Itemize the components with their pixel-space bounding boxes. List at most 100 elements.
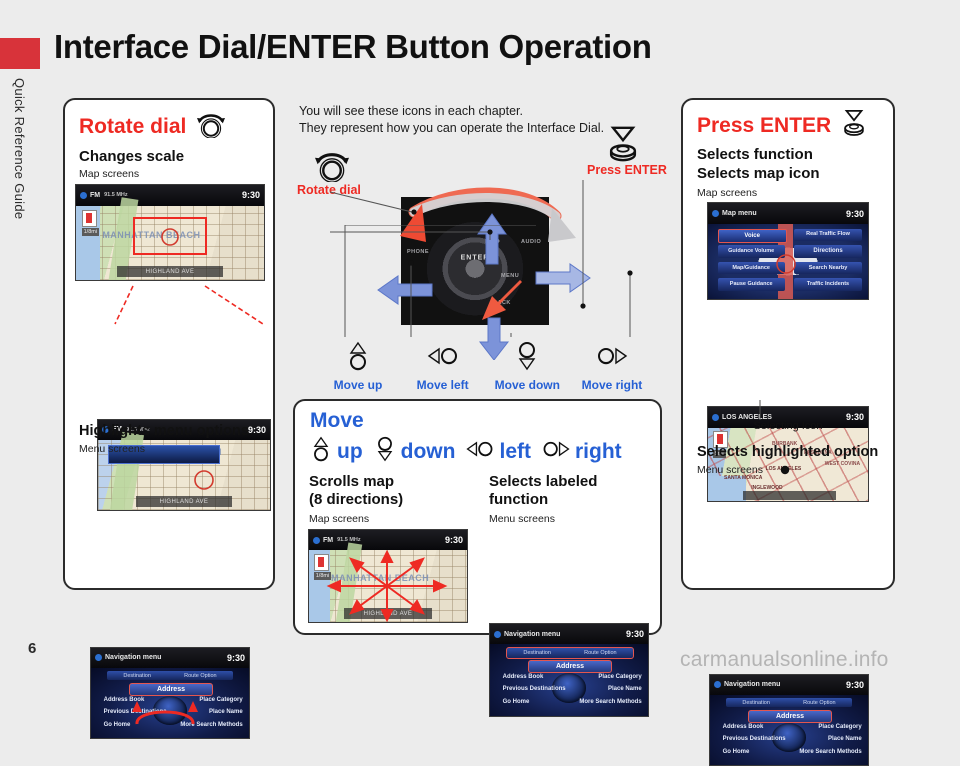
- rotate-dial-icon: [195, 110, 227, 144]
- rotate-section2-context: Menu screens: [79, 443, 145, 455]
- menu-tabs-highlighted: Destination Route Option: [505, 647, 635, 660]
- rotate-section1-heading: Changes scale: [79, 148, 185, 165]
- source-icon: [714, 681, 721, 689]
- tab-route-option: Route Option: [803, 699, 836, 706]
- source-icon: [494, 630, 501, 638]
- move-right-context: Menu screens: [489, 513, 555, 525]
- button-back-label: BACK: [493, 300, 511, 306]
- screen-clock: 9:30: [625, 629, 644, 640]
- menu-item-place-category: Place Category: [818, 723, 862, 730]
- nav-menu-title: Navigation menu: [105, 654, 162, 662]
- rotate-section1-context: Map screens: [79, 168, 140, 180]
- screen-map-manhattan: FM 91.5 MHz 9:30 MANHATTAN BEACH 1/8mi H…: [75, 184, 265, 281]
- panel-move-legend: up down left right: [308, 435, 622, 468]
- screen-map-body: MANHATTAN BEACH 1/8mi HIGHLAND AVE: [309, 542, 467, 622]
- direction-label-right: Move right: [581, 378, 643, 392]
- menu-item-address: Address: [527, 660, 613, 673]
- enter-section2-context: Menu screens: [697, 464, 763, 476]
- dial-left-icon: [464, 435, 496, 468]
- dial-left-icon: [425, 341, 461, 376]
- screen-status-bar: Navigation menu 9:30: [91, 648, 249, 668]
- dial-right-icon: [540, 435, 572, 468]
- button-audio-label: AUDIO: [521, 239, 542, 245]
- dial-right-icon: [594, 341, 630, 376]
- interface-dial-photo: PHONE INFO AUDIO MENU BACK ENTER: [401, 197, 549, 325]
- menu-item-place-name: Place Name: [607, 685, 642, 692]
- menu-item-more-search-methods: More Search Methods: [799, 748, 862, 755]
- radio-band: FM: [90, 191, 101, 199]
- menu-item-more-search-methods: More Search Methods: [579, 699, 642, 706]
- screen-status-bar: Navigation menu 9:30: [490, 624, 648, 645]
- nav-menu-title: Navigation menu: [724, 681, 781, 689]
- press-enter-icon: [840, 108, 868, 144]
- screen-status-bar: Map menu 9:30: [708, 203, 868, 225]
- enter-section1-heading-2: Selects map icon: [697, 165, 820, 182]
- move-left-heading-2: (8 directions): [309, 491, 404, 508]
- menu-item-go-home: Go Home: [722, 748, 750, 755]
- manual-page: Quick Reference Guide Interface Dial/ENT…: [0, 0, 960, 766]
- button-info-label: INFO: [485, 239, 501, 245]
- legend-label-right: right: [574, 439, 622, 463]
- screen-navigation-menu-highlight: Navigation menu 9:30 Destination Route O…: [90, 647, 250, 739]
- rotate-arrows-overlay: [132, 700, 198, 725]
- site-watermark: carmanualsonline.info: [680, 648, 889, 671]
- menu-tabs: Destination Route Option: [725, 697, 853, 708]
- screen-clock: 9:30: [247, 424, 266, 435]
- rotate-dial-icon: [311, 148, 353, 187]
- screen-menu-body: Destination Route Option Address Address…: [490, 644, 648, 716]
- zoom-callout-lines: [114, 285, 264, 325]
- tab-destination: Destination: [523, 650, 551, 657]
- enter-button-label: ENTER: [460, 254, 490, 262]
- section-side-label: Quick Reference Guide: [12, 78, 27, 220]
- move-left-heading-1: Scrolls map: [309, 473, 395, 490]
- move-right-heading-2: function: [489, 491, 549, 508]
- direction-icon-row: Move up Move left Move down Move right: [320, 341, 650, 392]
- menu-item-previous-destinations: Previous Destinations: [502, 685, 566, 692]
- screen-menu-body: Destination Route Option Address Address…: [91, 667, 249, 738]
- menu-item-place-name: Place Name: [827, 735, 862, 742]
- intro-line-1: You will see these icons in each chapter…: [299, 104, 523, 118]
- screen-clock: 9:30: [845, 208, 864, 219]
- enter-section2-heading: Selects highlighted option: [697, 444, 879, 460]
- direction-move-up: Move up: [320, 341, 396, 392]
- panel-move: Move up down left right Scrolls map (8 d…: [293, 399, 662, 717]
- legend-label-up: up: [337, 439, 363, 463]
- panel-enter-title: Press ENTER: [697, 114, 832, 137]
- button-menu-label: MENU: [501, 273, 520, 279]
- screen-clock: 9:30: [444, 535, 463, 546]
- tab-destination: Destination: [742, 699, 770, 706]
- button-phone-label: PHONE: [407, 249, 430, 255]
- source-icon: [313, 536, 320, 544]
- eight-direction-arrows: [326, 550, 448, 622]
- panel-press-enter: Press ENTER Selects function Selects map…: [681, 98, 895, 766]
- menu-item-address-book: Address Book: [502, 673, 544, 680]
- panel-move-title: Move: [310, 409, 364, 432]
- intro-text: You will see these icons in each chapter…: [299, 103, 604, 137]
- nav-menu-title: Navigation menu: [504, 630, 561, 638]
- map-menu-cursor: [776, 254, 796, 274]
- direction-label-left: Move left: [416, 378, 469, 392]
- diagram-label-rotate-dial: Rotate dial: [297, 183, 361, 197]
- direction-label-up: Move up: [333, 378, 383, 392]
- screen-map-menu: Map menu 9:30 Voice Real Traffic Flow Gu…: [707, 202, 869, 300]
- source-icon: [95, 654, 102, 662]
- menu-item-previous-destinations: Previous Destinations: [722, 735, 786, 742]
- panel-enter-title-row: Press ENTER: [697, 108, 868, 144]
- panel-rotate-title: Rotate dial: [79, 115, 187, 138]
- source-icon: [712, 210, 719, 218]
- screen-navigation-menu-selected: Navigation menu 9:30 Destination Route O…: [709, 674, 869, 766]
- dial-down-icon: [512, 341, 542, 376]
- panel-rotate-dial: Rotate dial Changes scale Map screens FM…: [63, 98, 275, 739]
- move-right-heading-1: Selects labeled: [489, 473, 598, 490]
- dial-up-icon: [308, 435, 334, 468]
- direction-label-down: Move down: [494, 378, 560, 392]
- screen-clock: 9:30: [241, 190, 260, 201]
- diagram-label-press-enter: Press ENTER: [587, 163, 667, 177]
- screen-menu-body: Destination Route Option Address Address…: [710, 694, 868, 765]
- screen-map-scroll: FM 91.5 MHz 9:30 MANHATTAN BEACH 1/8mi H…: [308, 529, 468, 623]
- screen-map-menu-body: Voice Real Traffic Flow Guidance Volume …: [708, 224, 868, 299]
- menu-item-go-home: Go Home: [502, 699, 530, 706]
- screen-navigation-menu-tabs: Navigation menu 9:30 Destination Route O…: [489, 623, 649, 717]
- menu-item-address-selected: Address: [747, 710, 833, 723]
- rotate-section2-heading: Highlights menu options: [79, 423, 249, 439]
